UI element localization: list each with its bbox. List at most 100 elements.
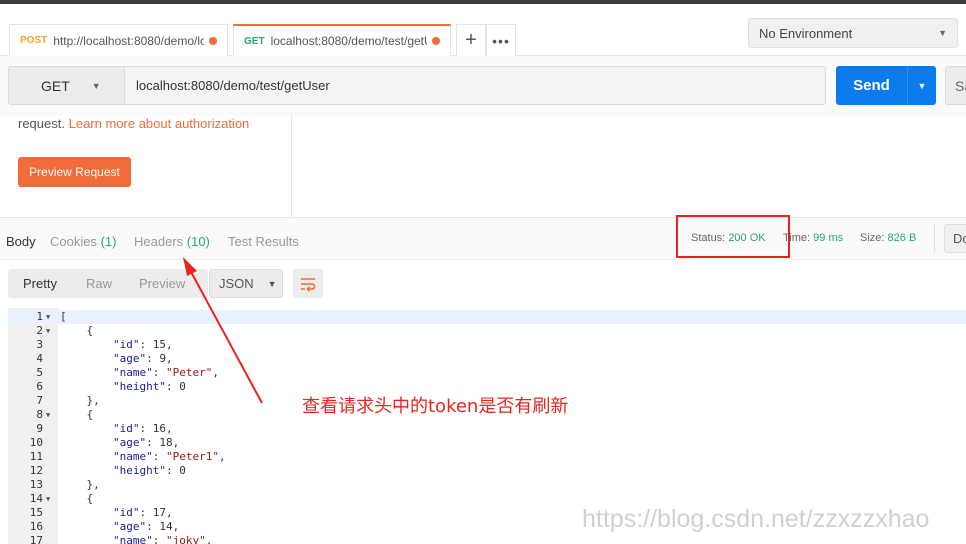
preview-request-button[interactable]: Preview Request bbox=[18, 157, 131, 187]
line-number: 9 bbox=[36, 422, 43, 435]
tab-test-results[interactable]: Test Results bbox=[228, 234, 299, 249]
code-line: 10 "age": 18, bbox=[8, 436, 966, 450]
size-value: 826 B bbox=[887, 232, 917, 244]
response-tabs: Body Cookies (1) Headers (10) Test Resul… bbox=[0, 218, 966, 260]
environment-select[interactable]: No Environment ▼ bbox=[748, 18, 958, 48]
code-text: [ bbox=[60, 310, 67, 323]
panel-divider bbox=[291, 116, 292, 218]
tab-headers-label: Headers bbox=[134, 234, 184, 249]
fold-toggle-icon[interactable]: ▼ bbox=[46, 408, 50, 422]
tab-headers[interactable]: Headers (10) bbox=[134, 234, 210, 249]
unsaved-indicator-icon bbox=[432, 37, 440, 45]
line-number: 12 bbox=[29, 464, 43, 477]
tab-cookies-label: Cookies bbox=[50, 234, 97, 249]
method-select[interactable]: GET ▼ bbox=[8, 66, 125, 105]
code-line: 17 "name": "joky", bbox=[8, 534, 966, 544]
wrap-lines-button[interactable] bbox=[293, 269, 323, 298]
fold-toggle-icon[interactable]: ▼ bbox=[46, 324, 50, 338]
request-tab-get-user[interactable]: GET localhost:8080/demo/test/getUse bbox=[233, 24, 451, 56]
request-tab-post-log[interactable]: POST http://localhost:8080/demo/log bbox=[9, 24, 228, 56]
send-options-chevron-down-icon[interactable]: ▼ bbox=[907, 66, 936, 105]
tab-method: POST bbox=[20, 35, 48, 46]
line-number: 6 bbox=[36, 380, 43, 393]
code-text: "age": 14, bbox=[112, 520, 180, 533]
line-number: 14 bbox=[29, 492, 43, 505]
save-button[interactable]: Sa bbox=[945, 66, 966, 105]
tab-body[interactable]: Body bbox=[6, 234, 36, 249]
response-view-toolbar: Pretty Raw Preview JSON ▼ bbox=[0, 260, 966, 308]
auth-help-prefix: request. bbox=[18, 116, 65, 131]
tab-bar: POST http://localhost:8080/demo/log GET … bbox=[0, 4, 966, 56]
fold-toggle-icon[interactable]: ▼ bbox=[46, 310, 50, 324]
format-select[interactable]: JSON ▼ bbox=[209, 269, 283, 298]
wrap-lines-icon bbox=[301, 277, 316, 292]
status-highlight-box bbox=[676, 215, 790, 258]
line-number: 3 bbox=[36, 338, 43, 351]
new-tab-button[interactable]: + bbox=[456, 24, 486, 56]
time-readout: Time: 99 ms bbox=[783, 232, 843, 244]
auth-help-text: request. Learn more about authorization bbox=[18, 116, 249, 131]
environment-label: No Environment bbox=[759, 25, 853, 41]
code-text: "age": 18, bbox=[112, 436, 180, 449]
code-line: 9 "id": 16, bbox=[8, 422, 966, 436]
code-text: "id": 15, bbox=[112, 338, 173, 351]
line-number: 11 bbox=[29, 450, 43, 463]
view-mode-segment: Pretty Raw Preview bbox=[8, 269, 208, 298]
code-text: { bbox=[60, 408, 94, 421]
line-number: 16 bbox=[29, 520, 43, 533]
more-tabs-button[interactable]: ••• bbox=[486, 24, 516, 56]
line-number: 13 bbox=[29, 478, 43, 491]
chevron-down-icon: ▼ bbox=[938, 28, 947, 38]
chevron-down-icon: ▼ bbox=[267, 278, 277, 289]
line-number: 2 bbox=[36, 324, 43, 337]
fold-toggle-icon[interactable]: ▼ bbox=[46, 492, 50, 506]
format-label: JSON bbox=[219, 276, 254, 291]
chevron-down-icon: ▼ bbox=[91, 80, 101, 91]
code-line: 3 "id": 15, bbox=[8, 338, 966, 352]
view-preview[interactable]: Preview bbox=[139, 276, 185, 291]
annotation-text: 查看请求头中的token是否有刷新 bbox=[302, 396, 569, 417]
code-line: 11 "name": "Peter1", bbox=[8, 450, 966, 464]
code-line: 4 "age": 9, bbox=[8, 352, 966, 366]
learn-more-auth-link[interactable]: Learn more about authorization bbox=[69, 116, 250, 131]
authorization-panel bbox=[0, 116, 966, 218]
code-line: 12 "height": 0 bbox=[8, 464, 966, 478]
unsaved-indicator-icon bbox=[209, 36, 217, 45]
tab-cookies[interactable]: Cookies (1) bbox=[50, 234, 116, 249]
url-input[interactable]: localhost:8080/demo/test/getUser bbox=[125, 66, 826, 105]
code-line: 2 ▼ { bbox=[8, 324, 966, 338]
line-number: 10 bbox=[29, 436, 43, 449]
line-number: 15 bbox=[29, 506, 43, 519]
code-line: 1 ▼ [ bbox=[8, 310, 966, 324]
line-number: 5 bbox=[36, 366, 43, 379]
download-button[interactable]: Do bbox=[944, 224, 966, 253]
code-text: "height": 0 bbox=[112, 380, 186, 393]
code-text: "id": 16, bbox=[112, 422, 173, 435]
code-text: "name": "Peter", bbox=[112, 366, 219, 379]
code-line: 14 ▼ { bbox=[8, 492, 966, 506]
tab-method: GET bbox=[244, 35, 265, 47]
code-text: "age": 9, bbox=[112, 352, 173, 365]
time-value: 99 ms bbox=[813, 232, 844, 244]
watermark-text: https://blog.csdn.net/zzxzzxhao bbox=[582, 505, 930, 533]
tab-url: http://localhost:8080/demo/log bbox=[53, 33, 204, 48]
code-line: 5 "name": "Peter", bbox=[8, 366, 966, 380]
tab-headers-count: (10) bbox=[186, 234, 210, 249]
line-number: 17 bbox=[29, 534, 43, 544]
code-text: "name": "joky", bbox=[112, 534, 213, 544]
view-raw[interactable]: Raw bbox=[86, 276, 112, 291]
line-number: 4 bbox=[36, 352, 43, 365]
send-button[interactable]: Send bbox=[836, 66, 907, 105]
request-bar: GET ▼ localhost:8080/demo/test/getUser S… bbox=[0, 56, 966, 116]
code-text: { bbox=[60, 492, 94, 505]
code-text: "id": 17, bbox=[112, 506, 173, 519]
view-pretty[interactable]: Pretty bbox=[23, 276, 57, 291]
tab-cookies-count: (1) bbox=[100, 234, 117, 249]
code-text: "height": 0 bbox=[112, 464, 186, 477]
code-text: { bbox=[60, 324, 94, 337]
size-readout: Size: 826 B bbox=[860, 232, 916, 244]
tab-url: localhost:8080/demo/test/getUse bbox=[270, 34, 427, 48]
line-number: 7 bbox=[36, 394, 43, 407]
line-number: 1 bbox=[36, 310, 43, 323]
code-text: }, bbox=[60, 394, 100, 407]
